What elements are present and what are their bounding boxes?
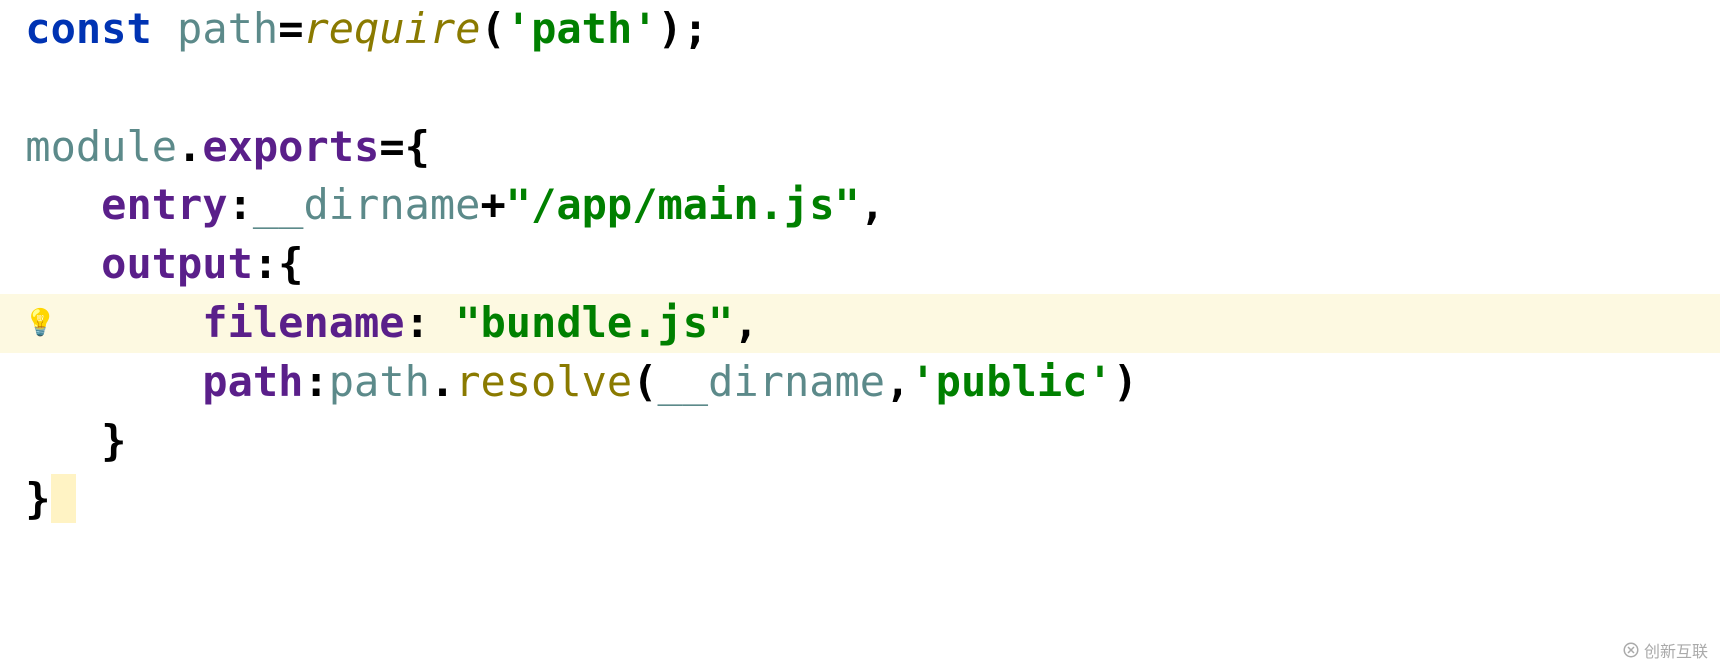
identifier-module: module: [25, 122, 177, 171]
function-require: require: [303, 4, 480, 53]
property-output: output: [101, 239, 253, 288]
method-resolve: resolve: [455, 357, 632, 406]
keyword-const: const: [25, 4, 151, 53]
identifier-dirname: __dirname: [253, 180, 481, 229]
watermark-text: 创新互联: [1644, 638, 1708, 662]
watermark-badge: 创新互联: [1622, 638, 1708, 662]
lightbulb-icon[interactable]: 💡: [24, 305, 56, 341]
identifier-dirname: __dirname: [658, 357, 886, 406]
property-exports: exports: [202, 122, 379, 171]
property-entry: entry: [101, 180, 227, 229]
string-literal: 'public': [910, 357, 1112, 406]
string-literal: 'path': [506, 4, 658, 53]
code-line-highlighted[interactable]: 💡 filename: "bundle.js",: [0, 294, 1720, 353]
variable-path: path: [177, 4, 278, 53]
caret-position: [51, 474, 76, 523]
code-line[interactable]: module.exports={: [0, 118, 1720, 177]
code-line[interactable]: const path=require('path');: [0, 0, 1720, 59]
string-literal: "bundle.js": [455, 298, 733, 347]
code-line[interactable]: }: [0, 412, 1720, 471]
code-line[interactable]: [0, 59, 1720, 118]
code-line[interactable]: output:{: [0, 235, 1720, 294]
code-editor[interactable]: const path=require('path'); module.expor…: [0, 0, 1720, 529]
string-literal: "/app/main.js": [506, 180, 860, 229]
property-filename: filename: [202, 298, 404, 347]
code-line[interactable]: }: [0, 470, 1720, 529]
logo-icon: [1622, 641, 1640, 659]
identifier-path: path: [329, 357, 430, 406]
property-path: path: [202, 357, 303, 406]
code-line[interactable]: entry:__dirname+"/app/main.js",: [0, 176, 1720, 235]
code-line[interactable]: path:path.resolve(__dirname,'public'): [0, 353, 1720, 412]
